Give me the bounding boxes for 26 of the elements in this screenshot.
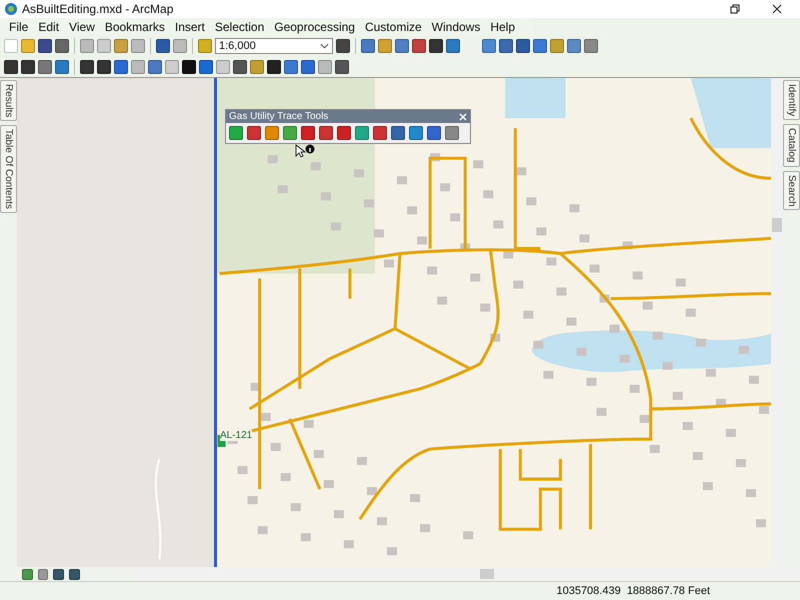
menu-item[interactable]: Edit xyxy=(33,20,64,34)
horizontal-scrollbar[interactable] xyxy=(134,568,800,580)
map-label: AL-121 xyxy=(220,430,252,442)
menu-item[interactable]: Selection xyxy=(210,20,270,34)
toolbar-title: Gas Utility Trace Tools xyxy=(229,111,328,122)
menu-item[interactable]: Bookmarks xyxy=(100,20,170,34)
menu-item[interactable]: Windows xyxy=(426,20,486,34)
window-title: AsBuiltEditing.mxd - ArcMap xyxy=(22,2,174,16)
dock-tab[interactable]: Results xyxy=(0,80,17,122)
dock-tab[interactable]: Identify xyxy=(783,80,800,120)
menu-item[interactable]: File xyxy=(4,20,34,34)
coordinates-readout: 1035708.439 1888867.78 Feet xyxy=(556,585,710,598)
menu-item[interactable]: Customize xyxy=(360,20,427,34)
menu-item[interactable]: Help xyxy=(485,20,520,34)
menu-item[interactable]: Insert xyxy=(170,20,210,34)
close-icon[interactable] xyxy=(772,4,782,14)
menu-item[interactable]: Geoprocessing xyxy=(269,20,360,34)
dock-tab[interactable]: Table Of Contents xyxy=(0,125,17,214)
scale-dropdown[interactable]: 1:6,000 xyxy=(215,38,333,54)
globe-logo-icon xyxy=(4,2,18,16)
vertical-scrollbar[interactable] xyxy=(771,78,783,568)
pointer-cursor-icon xyxy=(295,144,315,158)
dock-tab[interactable]: Search xyxy=(783,170,800,210)
menu-item[interactable]: View xyxy=(64,20,100,34)
restore-icon[interactable] xyxy=(730,4,740,14)
dock-tab[interactable]: Catalog xyxy=(783,124,800,167)
